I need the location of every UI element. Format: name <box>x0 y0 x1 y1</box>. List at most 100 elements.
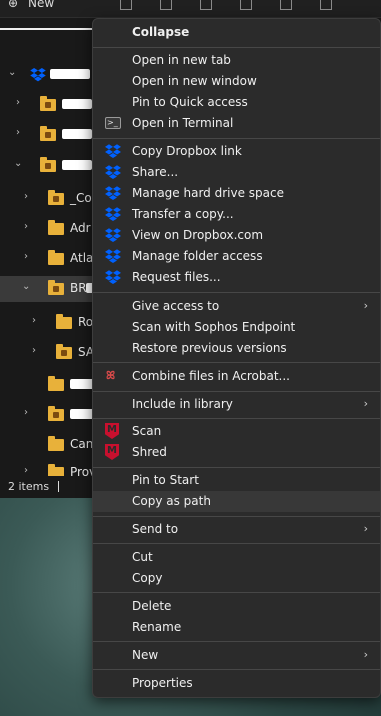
menu-item-label: Open in Terminal <box>132 116 234 130</box>
menu-divider <box>93 641 380 642</box>
chevron-right-icon[interactable]: › <box>24 466 34 476</box>
chevron-down-icon[interactable]: ⌄ <box>22 282 32 292</box>
menu-item-label: Transfer a copy... <box>132 207 234 221</box>
folder-icon <box>40 126 56 141</box>
menu-item-open-new-tab[interactable]: Open in new tab <box>93 50 380 71</box>
menu-item-label: Open in new window <box>132 74 257 88</box>
menu-divider <box>93 138 380 139</box>
menu-item-label: Copy <box>132 571 163 585</box>
menu-item-pin-start[interactable]: Pin to Start <box>93 470 380 491</box>
chevron-right-icon[interactable]: › <box>24 192 34 202</box>
menu-divider <box>93 391 380 392</box>
menu-item-give-access[interactable]: Give access to › <box>93 296 380 317</box>
share-icon[interactable] <box>280 0 292 10</box>
menu-item-label: Copy as path <box>132 494 211 508</box>
menu-item-cut[interactable]: Cut <box>93 547 380 568</box>
menu-item-properties[interactable]: Properties <box>93 673 380 694</box>
folder-icon <box>56 344 72 359</box>
menu-divider <box>93 592 380 593</box>
dropbox-icon <box>105 249 121 264</box>
menu-item-send-to[interactable]: Send to › <box>93 519 380 540</box>
rename-icon[interactable] <box>240 0 252 10</box>
menu-divider <box>93 292 380 293</box>
menu-item-view-dropbox[interactable]: View on Dropbox.com <box>93 225 380 246</box>
menu-item-label: Properties <box>132 676 193 690</box>
copy-icon[interactable] <box>160 0 172 10</box>
menu-item-shred[interactable]: Shred <box>93 442 380 463</box>
menu-item-combine-acrobat[interactable]: ꕤ Combine files in Acrobat... <box>93 366 380 387</box>
address-bar-underline <box>0 22 96 30</box>
mcafee-shield-icon <box>105 423 119 439</box>
dropbox-icon <box>105 207 121 222</box>
chevron-down-icon[interactable]: ⌄ <box>14 159 24 169</box>
menu-item-copy-as-path[interactable]: Copy as path <box>93 491 380 512</box>
folder-icon <box>40 157 56 172</box>
new-button-label: New <box>28 0 55 10</box>
paste-icon[interactable] <box>200 0 212 10</box>
chevron-down-icon[interactable]: ⌄ <box>8 68 18 78</box>
menu-item-restore-versions[interactable]: Restore previous versions <box>93 338 380 359</box>
menu-item-rename[interactable]: Rename <box>93 617 380 638</box>
menu-item-manage-folder-access[interactable]: Manage folder access <box>93 246 380 267</box>
tree-item-label: Adr <box>70 221 91 235</box>
chevron-right-icon[interactable]: › <box>16 128 26 138</box>
menu-item-label: Cut <box>132 550 153 564</box>
menu-item-open-new-window[interactable]: Open in new window <box>93 71 380 92</box>
terminal-icon: >_ <box>105 117 121 129</box>
menu-item-manage-hard-drive[interactable]: Manage hard drive space <box>93 183 380 204</box>
menu-item-label: Rename <box>132 620 182 634</box>
menu-item-copy-dropbox-link[interactable]: Copy Dropbox link <box>93 141 380 162</box>
redacted-label <box>70 379 94 389</box>
menu-item-collapse[interactable]: Collapse <box>93 22 380 43</box>
menu-item-label: Copy Dropbox link <box>132 144 242 158</box>
menu-item-share[interactable]: Share... <box>93 162 380 183</box>
menu-item-transfer-copy[interactable]: Transfer a copy... <box>93 204 380 225</box>
status-divider <box>58 481 59 492</box>
new-button[interactable]: ⊕ New <box>8 0 55 10</box>
menu-item-copy[interactable]: Copy <box>93 568 380 589</box>
menu-item-label: Send to <box>132 522 179 536</box>
command-bar: ⊕ New <box>0 0 381 18</box>
menu-item-request-files[interactable]: Request files... <box>93 267 380 288</box>
menu-item-label: Open in new tab <box>132 53 231 67</box>
menu-divider <box>93 47 380 48</box>
menu-item-label: View on Dropbox.com <box>132 228 264 242</box>
menu-item-label: Restore previous versions <box>132 341 287 355</box>
menu-item-scan[interactable]: Scan <box>93 421 380 442</box>
tree-item-label: _Co <box>70 191 92 205</box>
cut-icon[interactable] <box>120 0 132 10</box>
menu-item-label: Give access to <box>132 299 220 313</box>
folder-icon <box>48 436 64 451</box>
folder-icon <box>48 406 64 421</box>
menu-item-label: New <box>132 648 159 662</box>
redacted-label <box>62 160 92 170</box>
folder-icon <box>48 464 64 476</box>
menu-divider <box>93 362 380 363</box>
menu-item-pin-quick-access[interactable]: Pin to Quick access <box>93 92 380 113</box>
chevron-right-icon[interactable]: › <box>16 98 26 108</box>
chevron-right-icon: › <box>363 648 368 661</box>
menu-item-label: Pin to Start <box>132 473 199 487</box>
menu-item-label: Scan <box>132 424 162 438</box>
menu-item-include-library[interactable]: Include in library › <box>93 394 380 415</box>
delete-icon[interactable] <box>320 0 332 10</box>
dropbox-icon <box>30 68 46 82</box>
chevron-right-icon[interactable]: › <box>24 252 34 262</box>
dropbox-icon <box>105 228 121 243</box>
chevron-right-icon[interactable]: › <box>24 408 34 418</box>
chevron-right-icon[interactable]: › <box>32 316 42 326</box>
chevron-right-icon[interactable]: › <box>32 346 42 356</box>
menu-item-label: Share... <box>132 165 179 179</box>
folder-icon <box>48 250 64 265</box>
menu-item-delete[interactable]: Delete <box>93 596 380 617</box>
folder-icon <box>48 376 64 391</box>
menu-item-open-terminal[interactable]: >_ Open in Terminal <box>93 113 380 134</box>
chevron-right-icon[interactable]: › <box>24 222 34 232</box>
tree-item-label: Atla <box>70 251 94 265</box>
menu-divider <box>93 467 380 468</box>
menu-item-scan-sophos[interactable]: Scan with Sophos Endpoint <box>93 317 380 338</box>
menu-item-label: Combine files in Acrobat... <box>132 369 290 383</box>
redacted-label <box>50 69 90 79</box>
menu-item-new[interactable]: New › <box>93 645 380 666</box>
chevron-right-icon: › <box>363 397 368 410</box>
